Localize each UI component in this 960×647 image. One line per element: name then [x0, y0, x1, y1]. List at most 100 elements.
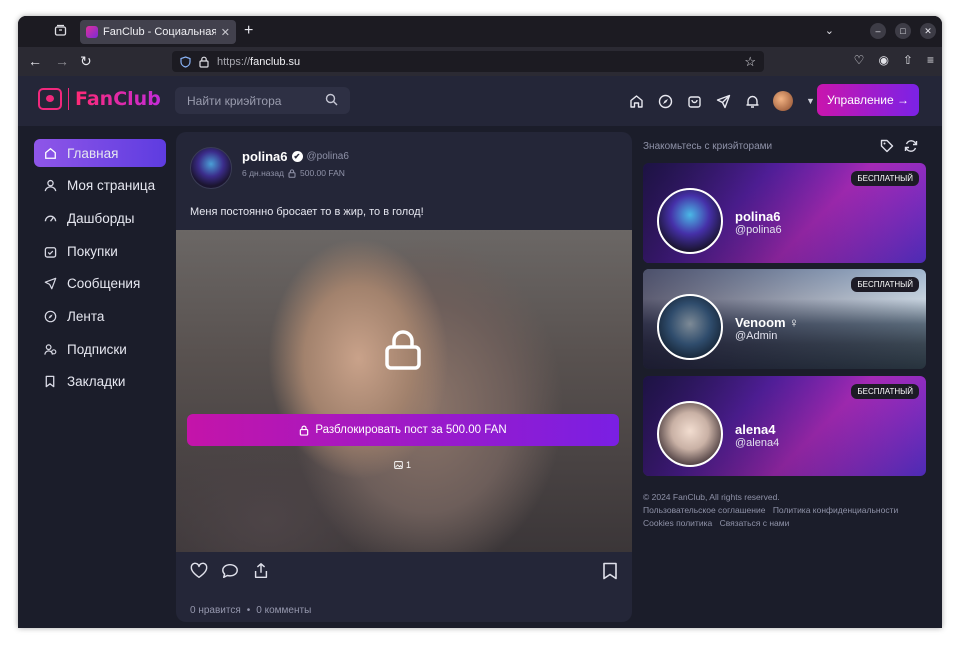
bell-icon[interactable]: [744, 93, 760, 109]
author-handle[interactable]: @polina6: [307, 151, 349, 162]
creator-avatar[interactable]: [657, 401, 723, 467]
user-avatar[interactable]: [773, 91, 793, 111]
sidebar-item-subscriptions[interactable]: Подписки: [34, 335, 166, 363]
home-icon: [43, 147, 57, 160]
creator-card[interactable]: БЕСПЛАТНЫЙ alena4 @alena4: [643, 376, 926, 476]
share-icon[interactable]: [252, 562, 270, 580]
sidebar-item-label: Дашборды: [67, 210, 135, 226]
footer: © 2024 FanClub, All rights reserved. Пол…: [643, 491, 903, 530]
tab-overview-icon[interactable]: [54, 24, 67, 37]
footer-link-terms[interactable]: Пользовательское соглашение: [643, 505, 765, 515]
tab-bar: FanClub - Социальная се ✕ + ⌄ – □ ✕: [18, 16, 942, 47]
creator-handle: @alena4: [735, 437, 780, 449]
creator-avatar[interactable]: [657, 188, 723, 254]
menu-icon[interactable]: ≡: [927, 53, 934, 67]
home-icon[interactable]: [628, 93, 644, 109]
author-name[interactable]: polina6: [242, 149, 288, 164]
sidebar-item-bookmarks[interactable]: Закладки: [34, 368, 166, 396]
bookmark-post-icon[interactable]: [602, 562, 618, 580]
post-price: 500.00 FAN: [300, 168, 345, 178]
compass-icon[interactable]: [657, 93, 673, 109]
creators-tools: [880, 139, 918, 153]
sidebar-item-messages[interactable]: Сообщения: [34, 270, 166, 298]
free-badge: БЕСПЛАТНЫЙ: [851, 277, 919, 292]
creators-title: Знакомьтесь с криэйторами: [643, 141, 773, 152]
post-time: 6 дн.назад: [242, 168, 285, 178]
sidebar-item-label: Главная: [67, 145, 119, 161]
sidebar-item-my-page[interactable]: Моя страница: [34, 172, 166, 200]
tab-title: FanClub - Социальная се: [103, 26, 216, 38]
creator-search: [175, 87, 350, 114]
post-meta: 6 дн.назад 500.00 FAN: [242, 168, 349, 178]
comments-count[interactable]: 0 комменты: [256, 605, 311, 616]
browser-tab[interactable]: FanClub - Социальная се ✕: [80, 20, 236, 44]
image-icon: [394, 461, 403, 469]
pocket-icon[interactable]: ♡: [854, 53, 865, 67]
logo-heart-icon: [38, 88, 62, 110]
header-icons: ▼: [628, 91, 815, 111]
media-count: 1: [394, 460, 411, 470]
stats-separator: •: [246, 605, 251, 616]
like-heart-icon[interactable]: [190, 562, 208, 580]
footer-link-contact[interactable]: Связаться с нами: [720, 518, 790, 528]
logo-text: FanClub: [75, 88, 161, 110]
fanclub-logo[interactable]: FanClub: [38, 88, 161, 110]
favicon-icon: [86, 26, 98, 38]
comment-icon[interactable]: [221, 562, 239, 580]
creator-name[interactable]: alena4: [735, 422, 775, 437]
creator-name[interactable]: polina6: [735, 209, 781, 224]
author-name-row: polina6 ✔ @polina6: [242, 149, 349, 164]
manage-button[interactable]: Управление →: [817, 84, 919, 116]
user-icon: [43, 179, 57, 192]
shopping-bag-icon[interactable]: [686, 93, 702, 109]
creator-card[interactable]: БЕСПЛАТНЫЙ polina6 @polina6: [643, 163, 926, 263]
tab-list-chevron-icon[interactable]: ⌄: [825, 24, 834, 37]
maximize-icon[interactable]: □: [895, 23, 911, 39]
sidebar-item-label: Закладки: [67, 374, 126, 390]
chevron-down-icon[interactable]: ▼: [806, 96, 815, 106]
sidebar-item-feed[interactable]: Лента: [34, 302, 166, 330]
sidebar-item-purchases[interactable]: Покупки: [34, 237, 166, 265]
locked-media[interactable]: Разблокировать пост за 500.00 FAN 1: [176, 230, 632, 552]
free-badge: БЕСПЛАТНЫЙ: [851, 171, 919, 186]
sidebar-item-home[interactable]: Главная: [34, 139, 166, 167]
search-icon[interactable]: [325, 93, 338, 109]
close-icon[interactable]: ✕: [920, 23, 936, 39]
creator-name[interactable]: Venoom ♀: [735, 315, 799, 330]
forward-icon[interactable]: →: [55, 53, 69, 69]
footer-link-cookies[interactable]: Cookies политика: [643, 518, 712, 528]
search-input[interactable]: [187, 93, 317, 108]
dashboard-icon: [43, 212, 57, 225]
minimize-icon[interactable]: –: [870, 23, 886, 39]
lock-icon: [199, 56, 209, 68]
unlock-post-button[interactable]: Разблокировать пост за 500.00 FAN: [187, 414, 619, 446]
refresh-icon[interactable]: [904, 139, 918, 153]
sidebar-item-dashboards[interactable]: Дашборды: [34, 204, 166, 232]
creator-avatar[interactable]: [657, 294, 723, 360]
account-icon[interactable]: ◉: [878, 53, 888, 67]
post-text: Меня постоянно бросает то в жир, то в го…: [190, 206, 424, 218]
tab-close-icon[interactable]: ✕: [221, 26, 230, 39]
new-tab-icon[interactable]: +: [244, 22, 253, 40]
sidebar-item-label: Сообщения: [67, 276, 141, 292]
post-header: polina6 ✔ @polina6 6 дн.назад 500.00 FAN: [190, 147, 349, 189]
free-badge: БЕСПЛАТНЫЙ: [851, 384, 919, 399]
send-icon[interactable]: [715, 93, 731, 109]
extensions-icon[interactable]: ⇧: [903, 53, 913, 67]
url-bar[interactable]: https://fanclub.su ☆: [172, 51, 764, 72]
browser-window: FanClub - Социальная се ✕ + ⌄ – □ ✕ ← → …: [18, 16, 942, 628]
bookmark-star-icon[interactable]: ☆: [744, 54, 756, 70]
back-icon[interactable]: ←: [28, 53, 42, 69]
logo-divider: [68, 88, 69, 110]
reload-icon[interactable]: ↻: [80, 53, 92, 70]
sidebar: Главная Моя страница Дашборды Покупки Со…: [34, 139, 166, 401]
creator-card[interactable]: БЕСПЛАТНЫЙ Venoom ♀ @Admin: [643, 269, 926, 369]
sidebar-item-label: Лента: [67, 308, 105, 324]
sidebar-item-label: Покупки: [67, 243, 118, 259]
author-avatar[interactable]: [190, 147, 232, 189]
likes-count[interactable]: 0 нравится: [190, 605, 241, 616]
post-actions: [190, 562, 270, 580]
sidebar-item-label: Моя страница: [67, 178, 156, 194]
tag-icon[interactable]: [880, 139, 894, 153]
footer-link-privacy[interactable]: Политика конфиденциальности: [773, 505, 898, 515]
